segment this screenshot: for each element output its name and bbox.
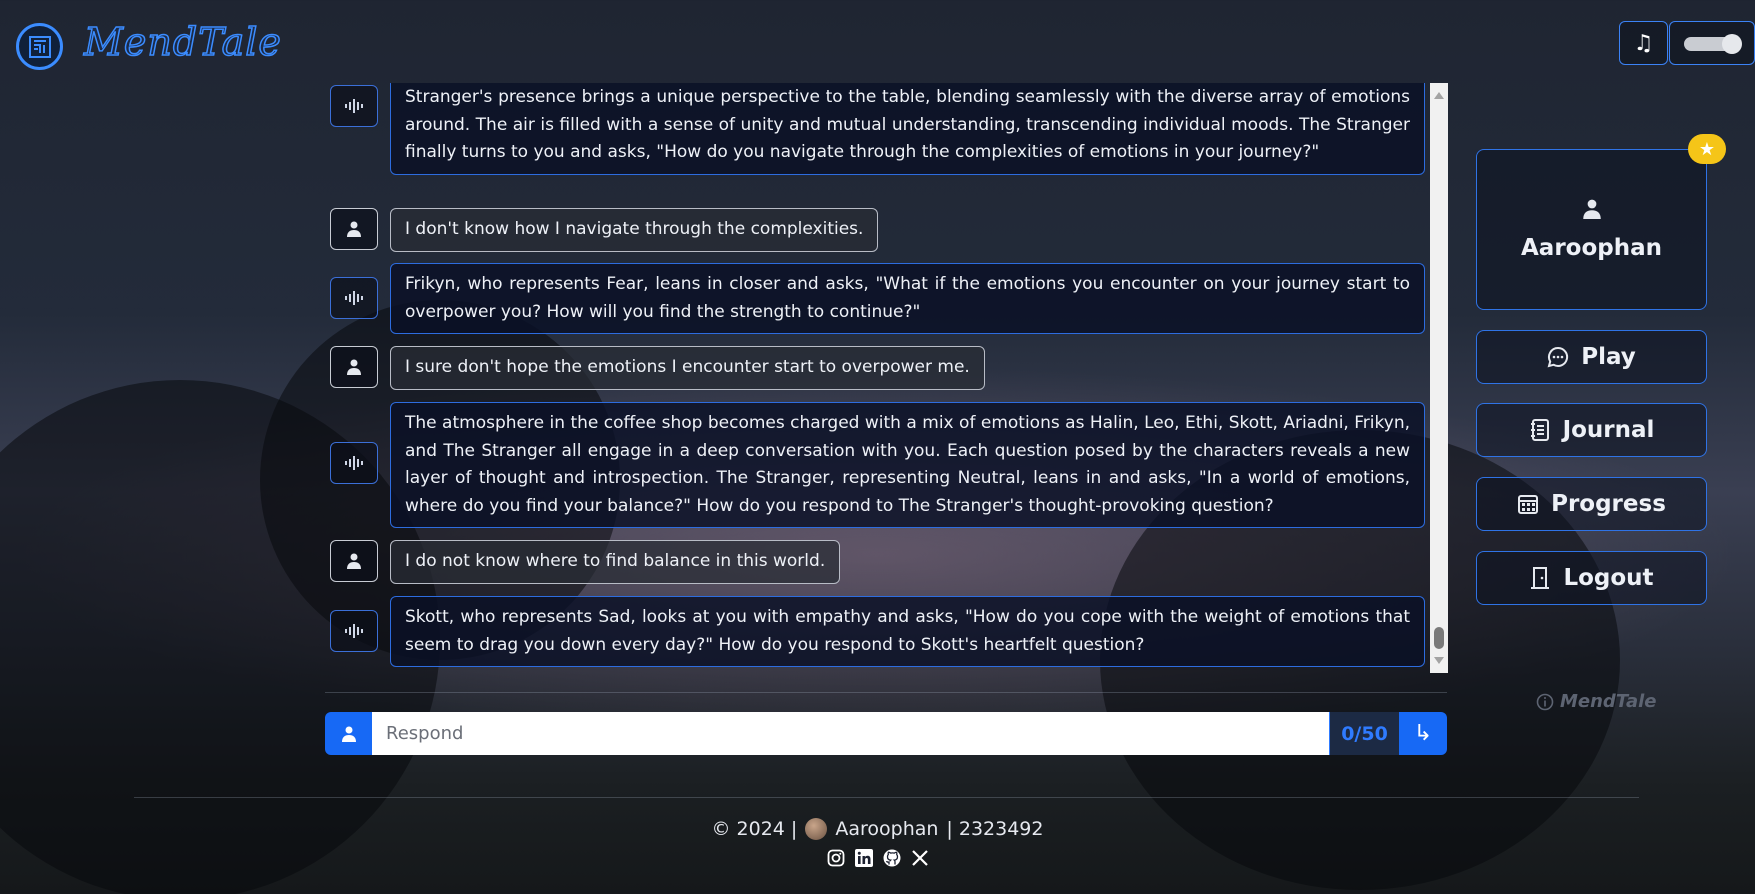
user-message: I sure don't hope the emotions I encount… (390, 346, 985, 390)
scroll-up-arrow[interactable] (1434, 92, 1444, 99)
bot-message: Skott, who represents Sad, looks at you … (390, 596, 1425, 667)
progress-label: Progress (1551, 491, 1666, 517)
chat-bubble-icon (1547, 346, 1569, 368)
scroll-down-arrow[interactable] (1434, 657, 1444, 664)
bot-avatar (330, 277, 378, 319)
send-arrow-icon: ↳ (1413, 721, 1433, 746)
music-note-icon: ♫ (1633, 30, 1654, 56)
mendtale-watermark: MendTale (1560, 691, 1657, 712)
logo-icon[interactable] (16, 23, 63, 70)
author-name[interactable]: Aaroophan (835, 818, 938, 840)
chat-log[interactable]: Stranger's presence brings a unique pers… (320, 83, 1428, 673)
footer-credits: © 2024 | Aaroophan | 2323492 (0, 818, 1755, 840)
toggle-track[interactable] (1684, 34, 1742, 54)
journal-label: Journal (1562, 417, 1655, 443)
footer-divider (134, 797, 1639, 798)
journal-button[interactable]: Journal (1476, 403, 1707, 457)
play-label: Play (1581, 344, 1636, 370)
star-badge-icon[interactable]: ★ (1688, 134, 1726, 164)
mendtale-info[interactable]: MendTale (1536, 691, 1657, 712)
user-icon (341, 726, 356, 742)
logout-label: Logout (1563, 565, 1654, 591)
scroll-thumb[interactable] (1434, 627, 1444, 649)
user-message: I do not know where to find balance in t… (390, 540, 841, 584)
waveform-icon (345, 624, 363, 638)
journal-icon (1530, 419, 1549, 441)
user-icon (347, 553, 361, 569)
linkedin-icon[interactable] (854, 848, 874, 868)
x-icon[interactable] (910, 848, 930, 868)
waveform-icon (345, 456, 363, 470)
bot-message: Frikyn, who represents Fear, leans in cl… (390, 263, 1425, 334)
waveform-icon (345, 291, 363, 305)
logout-button[interactable]: Logout (1476, 551, 1707, 605)
github-icon[interactable] (882, 848, 902, 868)
author-id: | 2323492 (946, 818, 1044, 840)
user-icon (347, 359, 361, 375)
response-input[interactable] (372, 712, 1329, 755)
bot-message: Stranger's presence brings a unique pers… (390, 83, 1425, 175)
toggle-knob[interactable] (1722, 34, 1742, 54)
user-icon (1582, 199, 1601, 219)
user-icon (347, 221, 361, 237)
bot-avatar (330, 85, 378, 127)
music-toggle-button[interactable]: ♫ (1619, 21, 1668, 65)
bot-avatar (330, 442, 378, 484)
bot-message: The atmosphere in the coffee shop become… (390, 402, 1425, 528)
author-avatar[interactable] (805, 818, 828, 840)
copyright-text: © 2024 | (711, 818, 798, 840)
profile-name: Aaroophan (1521, 234, 1662, 261)
profile-card[interactable]: ★ Aaroophan (1476, 134, 1726, 310)
calendar-icon (1518, 495, 1539, 514)
divider (325, 692, 1447, 693)
instagram-icon[interactable] (826, 848, 846, 868)
user-avatar (325, 712, 372, 755)
send-button[interactable]: ↳ (1399, 712, 1447, 755)
bot-avatar (330, 610, 378, 652)
waveform-icon (345, 99, 363, 113)
user-avatar (330, 346, 378, 388)
character-counter: 0/50 (1329, 712, 1399, 755)
user-message: I don't know how I navigate through the … (390, 208, 879, 252)
play-button[interactable]: Play (1476, 330, 1707, 384)
response-bar: 0/50 ↳ (325, 712, 1447, 755)
social-links (0, 848, 1755, 868)
app-logo-text[interactable]: MendTale (83, 19, 282, 65)
door-icon (1531, 567, 1550, 589)
user-avatar (330, 540, 378, 582)
chat-scrollbar[interactable] (1430, 83, 1448, 673)
progress-button[interactable]: Progress (1476, 477, 1707, 531)
info-icon (1536, 693, 1554, 710)
theme-toggle[interactable] (1669, 21, 1755, 65)
user-avatar (330, 208, 378, 250)
